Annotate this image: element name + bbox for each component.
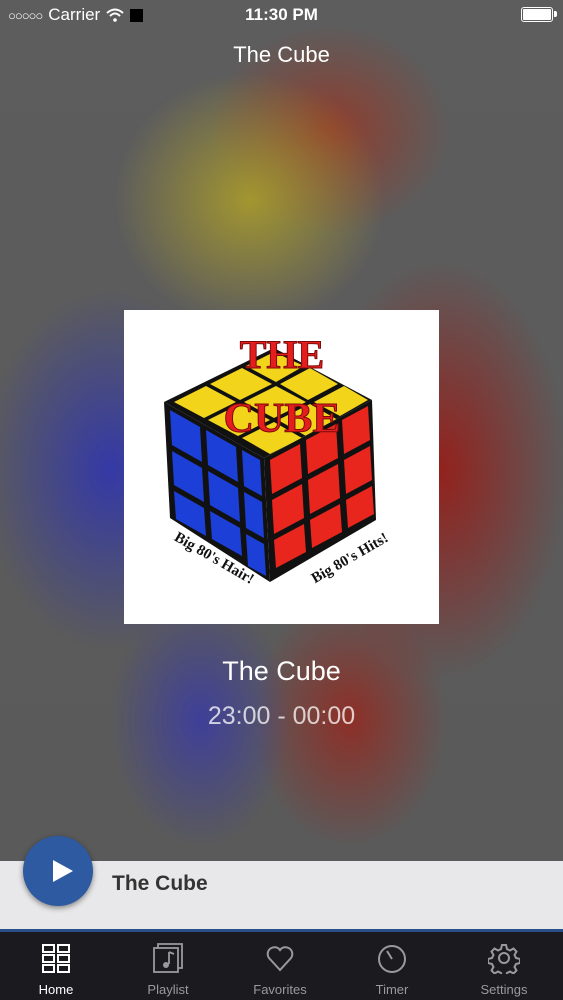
status-bar: ○○○○○ Carrier 11:30 PM	[0, 0, 563, 30]
station-name: The Cube	[222, 656, 341, 686]
tab-settings[interactable]: Settings	[448, 932, 560, 1000]
clock: 11:30 PM	[245, 5, 318, 24]
timer-icon	[378, 945, 406, 973]
tab-playlist[interactable]: Playlist	[112, 932, 224, 1000]
battery-icon	[521, 7, 557, 22]
tab-label: Playlist	[147, 982, 189, 997]
artwork-title-line2: CUBE	[224, 396, 341, 442]
mini-player-station: The Cube	[112, 872, 208, 895]
tab-favorites[interactable]: Favorites	[224, 932, 336, 1000]
tab-label: Settings	[480, 982, 528, 997]
tab-label: Favorites	[253, 982, 307, 997]
tab-bar: Home Playlist Favorites Timer Settings	[0, 932, 563, 1000]
schedule-time: 23:00 - 00:00	[207, 702, 356, 730]
artwork-title-line1: THE	[240, 332, 324, 377]
grid-icon	[42, 944, 70, 973]
music-note-icon	[153, 943, 183, 973]
gear-icon	[488, 944, 520, 974]
tab-home[interactable]: Home	[0, 932, 112, 1000]
tab-timer[interactable]: Timer	[336, 932, 448, 1000]
tab-label: Home	[38, 982, 74, 997]
page-title: The Cube	[233, 42, 330, 67]
heart-icon	[266, 946, 294, 972]
play-button[interactable]	[23, 836, 93, 906]
station-artwork: THE CUBE Big 80's Hair! Big 80's Hits!	[124, 310, 439, 624]
tab-label: Timer	[375, 982, 409, 997]
